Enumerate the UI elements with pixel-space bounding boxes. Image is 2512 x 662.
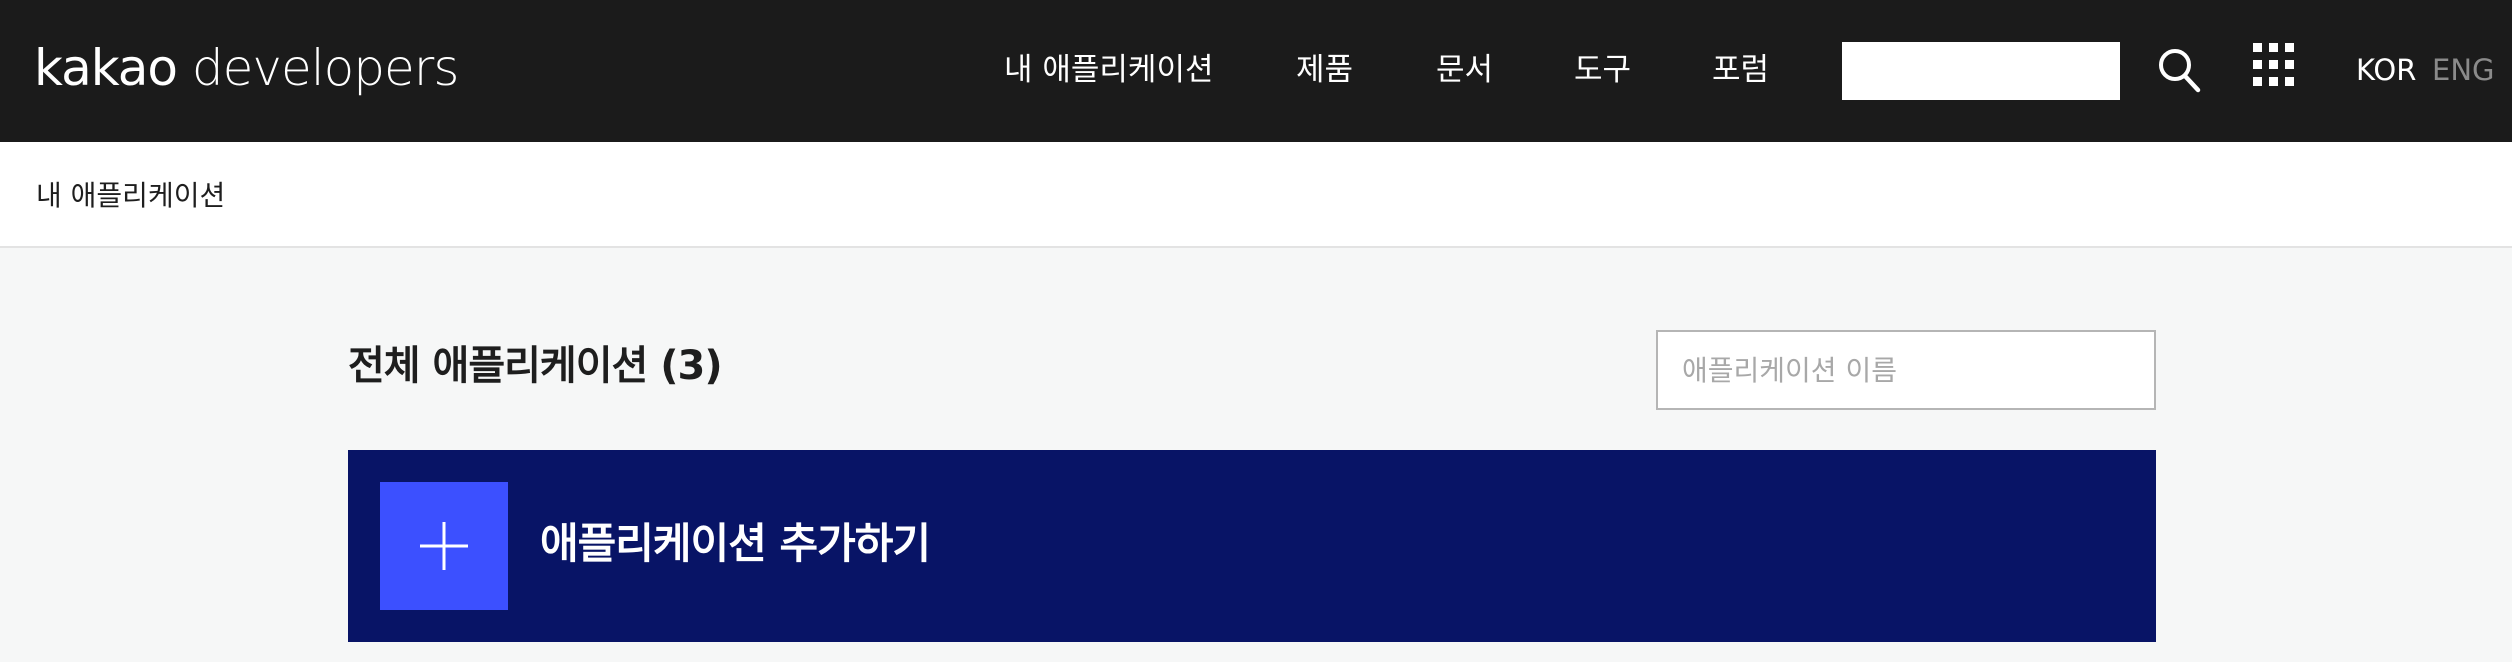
plus-icon (380, 482, 508, 610)
menu-item-forum[interactable]: 포럼 (1712, 46, 1769, 94)
global-search-input[interactable] (1842, 42, 2120, 100)
menu-item-docs[interactable]: 문서 (1436, 46, 1493, 94)
kakao-developers-logo[interactable]: kakao developers (34, 38, 459, 98)
page-title: 전체 애플리케이션 (3) (348, 343, 723, 389)
menu-item-products[interactable]: 제품 (1296, 46, 1353, 94)
sub-navigation-bar: 내 애플리케이션 (0, 142, 2512, 248)
top-navigation-bar: kakao developers 내 애플리케이션 제품 문서 도구 포럼 KO… (0, 0, 2512, 142)
menu-item-my-applications[interactable]: 내 애플리케이션 (1004, 46, 1214, 94)
search-icon[interactable] (2156, 46, 2204, 96)
language-english-button[interactable]: ENG (2432, 46, 2495, 94)
add-application-button[interactable]: 애플리케이션 추가하기 (348, 450, 2156, 642)
application-search-input[interactable] (1656, 330, 2156, 410)
menu-item-tools[interactable]: 도구 (1574, 46, 1631, 94)
grid-icon[interactable] (2252, 42, 2296, 88)
add-application-label: 애플리케이션 추가하기 (540, 519, 931, 568)
logo-brand: kakao (34, 39, 178, 97)
logo-suffix: developers (177, 39, 459, 97)
breadcrumb-my-applications[interactable]: 내 애플리케이션 (36, 176, 225, 216)
language-korean-button[interactable]: KOR (2356, 46, 2416, 94)
